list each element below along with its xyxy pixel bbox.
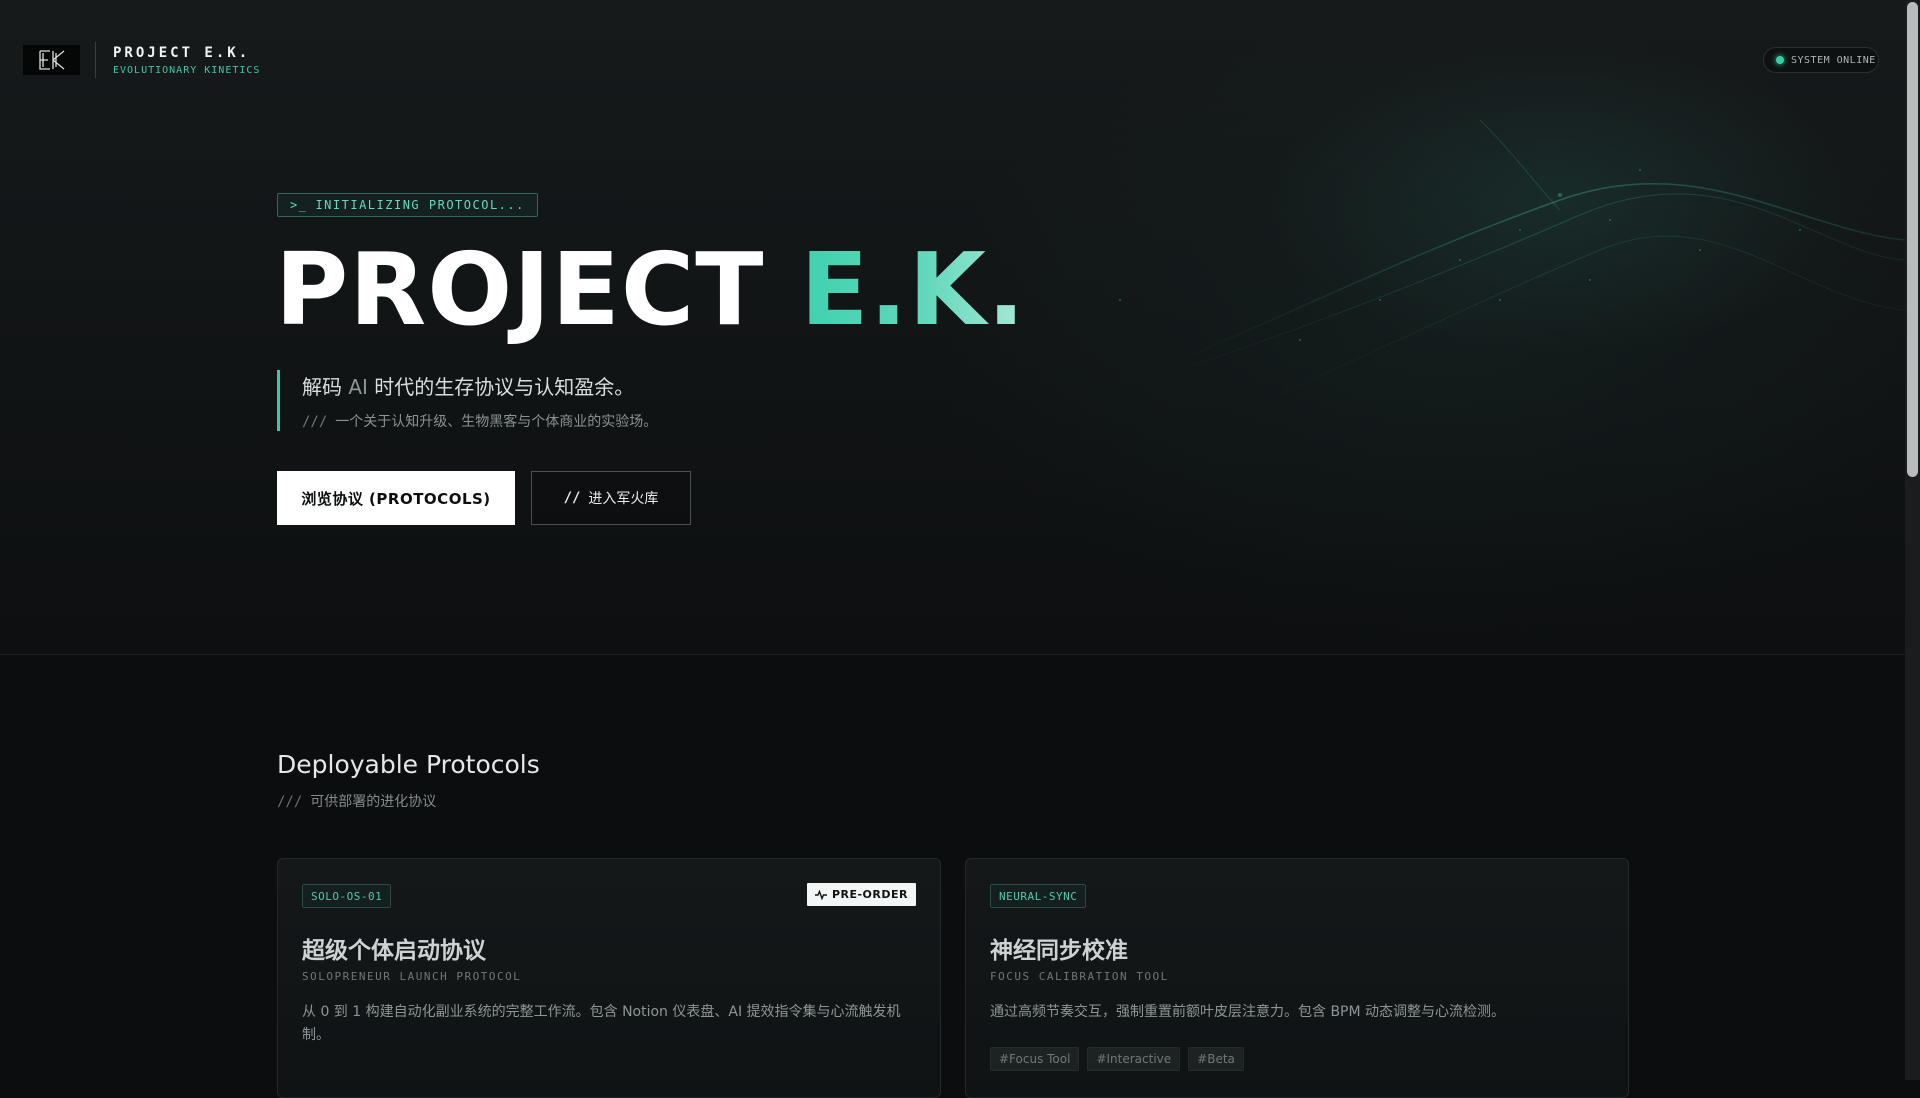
system-status-badge: SYSTEM ONLINE	[1763, 47, 1879, 73]
tagline-accent-bar	[277, 370, 280, 431]
protocol-tag[interactable]: #Focus Tool	[990, 1047, 1080, 1071]
protocol-english-title: SOLOPRENEUR LAUNCH PROTOCOL	[302, 970, 522, 983]
brand-subtitle: EVOLUTIONARY KINETICS	[113, 65, 261, 76]
protocols-section-title: Deployable Protocols	[277, 750, 540, 779]
hero-tagline: 解码 AI 时代的生存协议与认知盈余。	[302, 371, 634, 400]
protocol-tag[interactable]: #Beta	[1188, 1047, 1244, 1071]
status-dot-icon	[1776, 56, 1784, 64]
logo[interactable]	[23, 45, 80, 75]
slashes-icon: //	[563, 490, 581, 506]
protocol-title: 神经同步校准	[990, 938, 1128, 964]
slashes-prefix: ///	[277, 794, 303, 810]
hero-title-accent: E.K.	[800, 231, 1027, 348]
protocol-title: 超级个体启动协议	[302, 938, 486, 964]
hero-sub-tagline: /// 一个关于认知升级、生物黑客与个体商业的实验场。	[302, 411, 657, 431]
protocol-card-neural-sync[interactable]: NEURAL-SYNC 神经同步校准 FOCUS CALIBRATION TOO…	[965, 858, 1629, 1098]
protocol-description: 从 0 到 1 构建自动化副业系统的完整工作流。包含 Notion 仪表盘、AI…	[302, 1004, 901, 1043]
protocol-code-badge: SOLO-OS-01	[302, 884, 392, 908]
tagline-part: 时代的	[367, 375, 435, 399]
protocol-code-badge: NEURAL-SYNC	[990, 884, 1087, 908]
hero-title-main: PROJECT	[275, 231, 801, 348]
enter-arsenal-label: 进入军火库	[588, 491, 659, 507]
scrollbar-thumb[interactable]	[1907, 2, 1918, 477]
pre-order-label: PRE-ORDER	[831, 888, 908, 901]
status-label: SYSTEM ONLINE	[1791, 54, 1876, 66]
hero-section: PROJECT E.K. EVOLUTIONARY KINETICS SYSTE…	[0, 0, 1905, 655]
terminal-prompt-icon: >_	[290, 198, 308, 212]
brand-divider	[95, 42, 96, 78]
tagline-part: 生存协议与认知盈余。	[434, 375, 635, 399]
sub-tagline-text: 一个关于认知升级、生物黑客与个体商业的实验场。	[335, 414, 658, 430]
protocol-english-title: FOCUS CALIBRATION TOOL	[990, 970, 1169, 983]
tagline-part: 解码	[302, 375, 349, 399]
browse-protocols-button[interactable]: 浏览协议 (PROTOCOLS)	[277, 471, 515, 525]
protocol-card-solo-os[interactable]: SOLO-OS-01 PRE-ORDER 超级个体启动协议 SOLOPRENEU…	[277, 858, 941, 1098]
init-protocol-tag: >_ INITIALIZING PROTOCOL...	[277, 193, 538, 217]
protocol-tag[interactable]: #Interactive	[1087, 1047, 1181, 1071]
enter-arsenal-button[interactable]: // 进入军火库	[531, 471, 691, 525]
ek-monogram-logo-icon	[38, 50, 64, 70]
pulse-icon	[814, 889, 827, 900]
section-subtitle-text: 可供部署的进化协议	[310, 794, 437, 810]
init-protocol-label: INITIALIZING PROTOCOL...	[315, 198, 525, 212]
brand-name: PROJECT E.K.	[113, 45, 251, 61]
hero-title: PROJECT E.K.	[275, 232, 1026, 348]
protocol-tags: #Focus Tool #Interactive #Beta	[990, 1047, 1244, 1071]
protocols-section-subtitle: /// 可供部署的进化协议	[277, 791, 436, 811]
protocol-description: 通过高频节奏交互，强制重置前额叶皮层注意力。包含 BPM 动态调整与心流检测。	[990, 1004, 1506, 1020]
pre-order-badge: PRE-ORDER	[806, 883, 916, 906]
slashes-prefix: ///	[302, 414, 328, 430]
tagline-part: AI	[348, 375, 368, 399]
